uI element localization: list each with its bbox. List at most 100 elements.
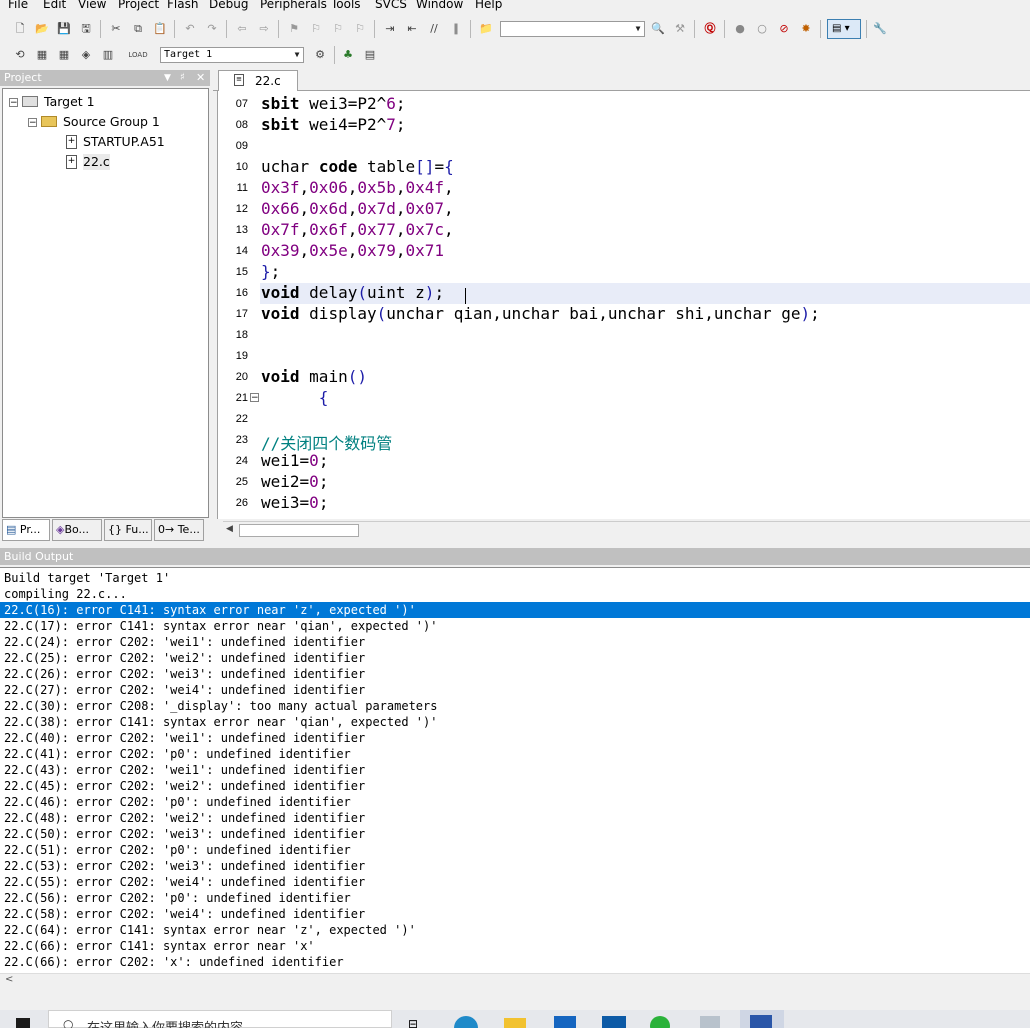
paste-icon[interactable]: 📋 bbox=[152, 21, 168, 37]
breakpoint-icon[interactable]: ● bbox=[732, 21, 748, 37]
incremental-find-icon[interactable]: ⚒ bbox=[672, 21, 688, 37]
clear-bookmarks-icon[interactable]: ⚐ bbox=[352, 21, 368, 37]
menu-file[interactable]: File bbox=[8, 0, 28, 12]
code-line[interactable]: wei1=0; bbox=[261, 451, 328, 470]
output-h-scrollbar[interactable]: < bbox=[0, 973, 1030, 988]
output-line[interactable]: 22.C(27): error C202: 'wei4': undefined … bbox=[4, 682, 365, 698]
output-line[interactable]: 22.C(38): error C141: syntax error near … bbox=[4, 714, 437, 730]
pin-icon[interactable]: ♯ bbox=[180, 70, 185, 86]
code-line[interactable]: wei2=0; bbox=[261, 472, 328, 491]
unindent-icon[interactable]: ⇤ bbox=[404, 21, 420, 37]
tab-books[interactable]: ◈Bo... bbox=[52, 519, 102, 541]
next-bookmark-icon[interactable]: ⚐ bbox=[330, 21, 346, 37]
output-line[interactable]: 22.C(41): error C202: 'p0': undefined id… bbox=[4, 746, 351, 762]
output-line[interactable]: 22.C(58): error C202: 'wei4': undefined … bbox=[4, 906, 365, 922]
build-icon[interactable]: ▦ bbox=[34, 47, 50, 63]
disable-breakpoint-icon[interactable]: ○ bbox=[754, 21, 770, 37]
menu-project[interactable]: Project bbox=[118, 0, 159, 12]
tree-target[interactable]: Target 1 bbox=[44, 94, 95, 110]
stop-build-icon[interactable]: ▥ bbox=[100, 47, 116, 63]
taskbar-search[interactable]: ○ 在这里输入你要搜索的内容 bbox=[48, 1010, 392, 1028]
app-icon[interactable] bbox=[700, 1016, 720, 1028]
collapse-icon[interactable]: − bbox=[28, 118, 37, 128]
code-line[interactable]: sbit wei4=P2^7; bbox=[261, 115, 406, 134]
store-icon[interactable] bbox=[554, 1016, 576, 1028]
code-line[interactable]: uchar code table[]={ bbox=[261, 157, 454, 176]
find-combo[interactable]: ▼ bbox=[500, 21, 645, 37]
nav-forward-icon[interactable]: ⇨ bbox=[256, 21, 272, 37]
tab-functions[interactable]: {} Fu... bbox=[104, 519, 152, 541]
undo-icon[interactable]: ↶ bbox=[182, 21, 198, 37]
file-explorer-icon[interactable] bbox=[504, 1018, 526, 1028]
menu-flash[interactable]: Flash bbox=[167, 0, 198, 12]
collapse-icon[interactable]: − bbox=[9, 98, 18, 108]
editor-h-scrollbar[interactable]: ◀ bbox=[223, 521, 1030, 539]
indent-icon[interactable]: ⇥ bbox=[382, 21, 398, 37]
debug-session-icon[interactable]: Ⓠ bbox=[702, 21, 718, 37]
tree-source-group[interactable]: Source Group 1 bbox=[63, 114, 160, 130]
menu-help[interactable]: Help bbox=[475, 0, 502, 12]
disable-all-breakpoints-icon[interactable]: ⊘ bbox=[776, 21, 792, 37]
chevron-down-icon[interactable]: ▼ bbox=[633, 23, 643, 35]
code-line[interactable]: void main() bbox=[261, 367, 367, 386]
configure-icon[interactable]: 🔧 bbox=[872, 21, 888, 37]
code-line[interactable]: 0x7f,0x6f,0x77,0x7c, bbox=[261, 220, 454, 239]
output-line[interactable]: Build target 'Target 1' bbox=[4, 570, 170, 586]
menu-svcs[interactable]: SVCS bbox=[375, 0, 407, 12]
panel-menu-icon[interactable]: ▼ bbox=[164, 70, 171, 86]
download-icon[interactable]: LOAD bbox=[128, 47, 147, 63]
code-line[interactable]: void display(unchar qian,unchar bai,unch… bbox=[261, 304, 820, 323]
code-line[interactable]: { bbox=[261, 388, 329, 407]
windows-start-icon[interactable] bbox=[16, 1018, 30, 1028]
code-line[interactable]: 0x66,0x6d,0x7d,0x07, bbox=[261, 199, 454, 218]
manage-project-icon[interactable]: ♣ bbox=[340, 47, 356, 63]
output-line[interactable]: 22.C(66): error C202: 'x': undefined ide… bbox=[4, 954, 344, 970]
new-file-icon[interactable]: 🗋 bbox=[12, 21, 28, 37]
menu-peripherals[interactable]: Peripherals bbox=[260, 0, 327, 12]
uncomment-icon[interactable]: ∥ bbox=[448, 21, 464, 37]
open-file-icon[interactable]: 📂 bbox=[34, 21, 50, 37]
manage-books-icon[interactable]: ▤ bbox=[362, 47, 378, 63]
output-line[interactable]: 22.C(64): error C141: syntax error near … bbox=[4, 922, 416, 938]
prev-bookmark-icon[interactable]: ⚐ bbox=[308, 21, 324, 37]
batch-build-icon[interactable]: ◈ bbox=[78, 47, 94, 63]
scroll-left-icon[interactable]: ◀ bbox=[226, 524, 233, 534]
output-line[interactable]: 22.C(51): error C202: 'p0': undefined id… bbox=[4, 842, 351, 858]
output-line[interactable]: 22.C(45): error C202: 'wei2': undefined … bbox=[4, 778, 365, 794]
find-in-files-icon[interactable]: 📁 bbox=[478, 21, 494, 37]
target-select[interactable]: Target 1 ▼ bbox=[160, 47, 304, 63]
save-all-icon[interactable]: 🖫 bbox=[78, 21, 94, 37]
code-line[interactable]: }; bbox=[261, 262, 280, 281]
window-layout-icon[interactable]: ▤ ▾ bbox=[827, 19, 861, 39]
nav-back-icon[interactable]: ⇦ bbox=[234, 21, 250, 37]
output-line[interactable]: 22.C(66): error C141: syntax error near … bbox=[4, 938, 315, 954]
menu-view[interactable]: View bbox=[78, 0, 106, 12]
build-output-pane[interactable]: Build target 'Target 1' compiling 22.c...… bbox=[0, 567, 1030, 974]
scrollbar-thumb[interactable] bbox=[239, 524, 359, 537]
output-line[interactable]: 22.C(48): error C202: 'wei2': undefined … bbox=[4, 810, 365, 826]
output-line[interactable]: 22.C(55): error C202: 'wei4': undefined … bbox=[4, 874, 365, 890]
output-line[interactable]: 22.C(25): error C202: 'wei2': undefined … bbox=[4, 650, 365, 666]
output-line[interactable]: 22.C(43): error C202: 'wei1': undefined … bbox=[4, 762, 365, 778]
edge-browser-icon[interactable] bbox=[454, 1016, 478, 1028]
redo-icon[interactable]: ↷ bbox=[204, 21, 220, 37]
menu-edit[interactable]: Edit bbox=[43, 0, 66, 12]
code-line[interactable]: wei3=0; bbox=[261, 493, 328, 512]
code-line[interactable]: 0x3f,0x06,0x5b,0x4f, bbox=[261, 178, 454, 197]
translate-icon[interactable]: ⟲ bbox=[12, 47, 28, 63]
chevron-down-icon[interactable]: ▼ bbox=[292, 49, 302, 61]
menu-window[interactable]: Window bbox=[416, 0, 463, 12]
save-icon[interactable]: 💾 bbox=[56, 21, 72, 37]
output-line[interactable]: 22.C(40): error C202: 'wei1': undefined … bbox=[4, 730, 365, 746]
output-line[interactable]: 22.C(16): error C141: syntax error near … bbox=[4, 602, 416, 618]
task-view-icon[interactable]: ⊟ bbox=[408, 1017, 418, 1028]
comment-icon[interactable]: // bbox=[426, 21, 442, 37]
copy-icon[interactable]: ⧉ bbox=[130, 21, 146, 37]
output-line[interactable]: 22.C(53): error C202: 'wei3': undefined … bbox=[4, 858, 365, 874]
rebuild-icon[interactable]: ▦ bbox=[56, 47, 72, 63]
mail-icon[interactable] bbox=[602, 1016, 626, 1028]
menu-debug[interactable]: Debug bbox=[209, 0, 248, 12]
output-line[interactable]: 22.C(24): error C202: 'wei1': undefined … bbox=[4, 634, 365, 650]
code-line[interactable]: void delay(uint z); bbox=[261, 283, 444, 302]
tab-project[interactable]: ▤ Pr... bbox=[2, 519, 50, 541]
